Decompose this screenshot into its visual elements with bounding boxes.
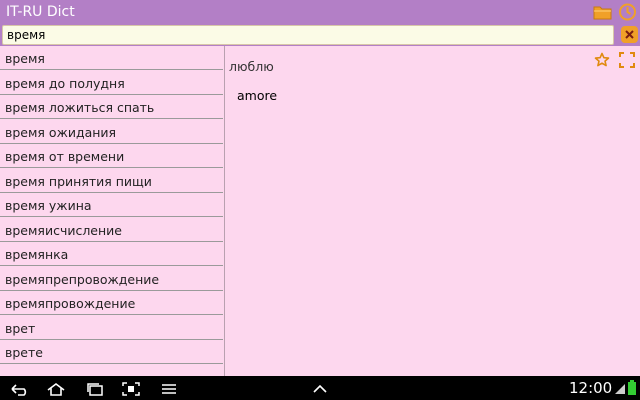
list-item[interactable]: время до полудня [0, 71, 223, 95]
list-item[interactable]: времяисчисление [0, 218, 223, 242]
system-nav-bar: 12:00 [0, 376, 640, 400]
search-bar [0, 24, 640, 46]
list-item[interactable]: время ужина [0, 193, 223, 217]
list-item-label: времяпровождение [5, 296, 136, 311]
list-item-label: врет [5, 320, 36, 336]
home-icon[interactable] [46, 381, 66, 396]
list-item[interactable]: время [0, 46, 223, 70]
list-item[interactable]: врет [0, 316, 223, 340]
list-item[interactable]: времяпровождение [0, 291, 223, 315]
app-title: IT-RU Dict [6, 4, 75, 20]
recent-apps-icon[interactable] [85, 381, 105, 396]
list-item[interactable]: время принятия пищи [0, 169, 223, 193]
status-clock: 12:00 [569, 379, 613, 397]
list-item-label: времяисчисление [5, 222, 122, 238]
list-item-label: время ожидания [5, 124, 117, 140]
folder-icon[interactable] [593, 3, 612, 21]
battery-icon [628, 380, 636, 395]
screenshot-icon[interactable] [122, 381, 140, 396]
title-bar: IT-RU Dict [0, 0, 640, 24]
star-icon[interactable] [594, 52, 610, 68]
chevron-up-icon[interactable] [312, 381, 328, 395]
list-item-label: время ужина [5, 198, 92, 213]
list-item-label: время [5, 51, 45, 66]
list-item[interactable]: врете [0, 340, 223, 364]
list-item-label: время принятия пищи [5, 173, 152, 189]
list-item[interactable]: время ожидания [0, 120, 223, 144]
menu-icon[interactable] [161, 381, 177, 395]
history-icon[interactable] [618, 3, 637, 21]
list-item[interactable]: время ложиться спать [0, 95, 223, 119]
list-item-label: время ложиться спать [5, 100, 155, 115]
list-item-label: времяпрепровождение [5, 271, 160, 287]
list-item[interactable]: времянка [0, 242, 223, 266]
search-field[interactable] [2, 25, 614, 45]
list-item[interactable]: время от времени [0, 144, 223, 168]
expand-icon[interactable] [619, 52, 635, 68]
list-item-label: время до полудня [5, 75, 125, 91]
search-input[interactable] [7, 27, 597, 43]
list-item[interactable]: времяпрепровождение [0, 267, 223, 291]
word-list: время время до полудня время ложиться сп… [0, 46, 225, 376]
app-window: IT-RU Dict время время до полудня время … [0, 0, 640, 376]
back-icon[interactable] [10, 381, 30, 396]
translation-panel: люблю amore [225, 46, 640, 376]
list-item-label: время от времени [5, 149, 125, 164]
list-item-label: времянка [5, 247, 69, 262]
list-item-label: врете [5, 345, 43, 360]
headword: люблю [229, 59, 274, 74]
wifi-icon [614, 380, 626, 394]
translation-text: amore [237, 88, 278, 103]
clear-icon[interactable] [621, 26, 638, 43]
